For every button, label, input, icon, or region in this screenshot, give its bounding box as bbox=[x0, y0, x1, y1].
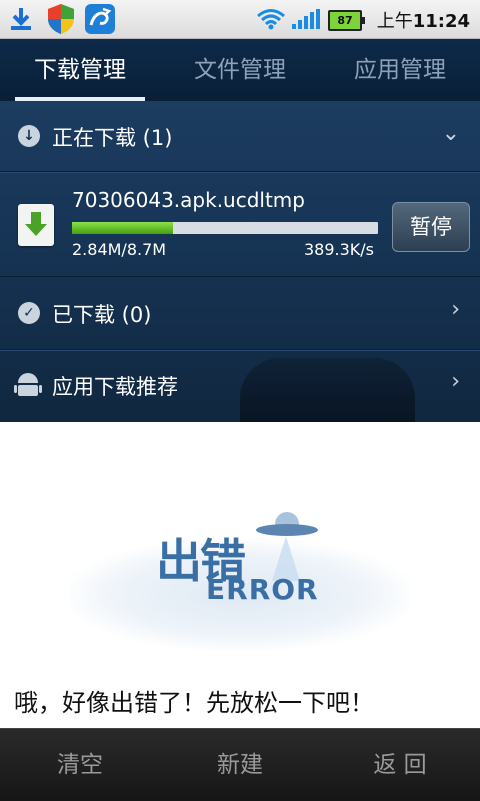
download-progress-bar bbox=[72, 222, 378, 234]
error-message: 哦，好像出错了！先放松一下吧！ bbox=[14, 689, 374, 717]
tab-file-manager[interactable]: 文件管理 bbox=[160, 39, 320, 101]
download-size: 2.84M/8.7M bbox=[72, 240, 167, 259]
error-title-en: ERROR bbox=[206, 573, 319, 606]
downloading-section-header[interactable]: ↓ 正在下载 (1) ⌄ bbox=[0, 101, 480, 172]
shield-icon bbox=[48, 4, 74, 34]
download-panel: ↓ 正在下载 (1) ⌄ 70306043.apk.ucdltmp 2.84M/… bbox=[0, 101, 480, 422]
signal-icon bbox=[292, 9, 320, 29]
download-progress-fill bbox=[72, 222, 173, 234]
arrow-down-circle-icon: ↓ bbox=[18, 125, 40, 147]
chevron-down-icon: ⌄ bbox=[441, 121, 460, 146]
downloading-header-label: 正在下载 (1) bbox=[52, 126, 173, 150]
android-icon bbox=[14, 373, 42, 396]
tab-bar: 下载管理 文件管理 应用管理 bbox=[0, 39, 480, 101]
chevron-right-icon: › bbox=[451, 297, 460, 322]
download-icon bbox=[11, 8, 31, 30]
check-circle-icon: ✓ bbox=[18, 302, 40, 324]
battery-icon: 87 bbox=[328, 10, 365, 31]
status-clock: 上午11:24 bbox=[377, 7, 470, 33]
recommend-header-label: 应用下载推荐 bbox=[52, 375, 178, 399]
status-bar: 87 上午11:24 bbox=[0, 0, 480, 39]
ufo-disc bbox=[256, 524, 318, 536]
download-speed: 389.3K/s bbox=[303, 240, 374, 259]
chevron-right-icon: › bbox=[451, 369, 460, 394]
clock-period: 上午 bbox=[376, 11, 413, 32]
pause-button[interactable]: 暂停 bbox=[392, 202, 470, 252]
new-button[interactable]: 新建 bbox=[160, 729, 320, 801]
back-button[interactable]: 返 回 bbox=[320, 729, 480, 801]
apk-download-icon bbox=[18, 204, 54, 246]
tab-download-manager[interactable]: 下载管理 bbox=[0, 39, 160, 101]
clear-button[interactable]: 清空 bbox=[0, 729, 160, 801]
tab-app-manager[interactable]: 应用管理 bbox=[320, 39, 480, 101]
download-filename: 70306043.apk.ucdltmp bbox=[72, 188, 305, 212]
wifi-icon bbox=[257, 9, 285, 30]
downloaded-section-header[interactable]: ✓ 已下载 (0) › bbox=[0, 276, 480, 350]
clock-time: 11:24 bbox=[412, 11, 470, 32]
recommend-section-header[interactable]: 应用下载推荐 › bbox=[0, 349, 480, 422]
downloaded-header-label: 已下载 (0) bbox=[52, 303, 152, 327]
download-item[interactable]: 70306043.apk.ucdltmp 2.84M/8.7M 389.3K/s… bbox=[0, 174, 480, 276]
app-icon bbox=[85, 4, 115, 34]
bottom-toolbar: 清空 新建 返 回 bbox=[0, 728, 480, 801]
